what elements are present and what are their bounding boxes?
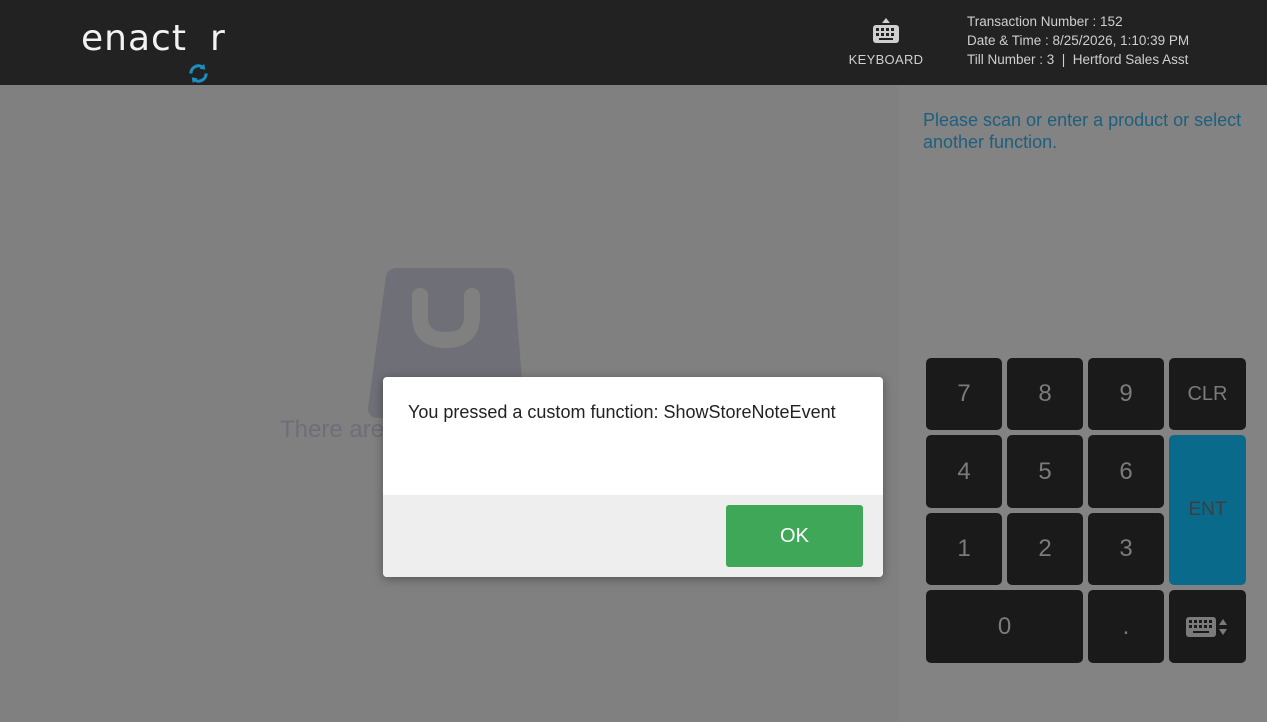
clear-key[interactable]: CLR (1169, 358, 1246, 430)
enactor-logo: enact r (81, 18, 226, 84)
key-7[interactable]: 7 (926, 358, 1002, 430)
transaction-number: Transaction Number : 152 (967, 14, 1123, 29)
keyboard-button[interactable]: KEYBOARD (845, 18, 927, 74)
keyboard-icon (873, 18, 899, 43)
key-9[interactable]: 9 (1088, 358, 1164, 430)
keyboard-toggle-icon (1185, 616, 1227, 637)
key-4[interactable]: 4 (926, 435, 1002, 508)
top-header-bar: enact r KEYBOARD Transaction Number : 152… (0, 0, 1267, 85)
logo-text-part2: r (209, 18, 226, 59)
keyboard-label: KEYBOARD (848, 52, 924, 67)
key-6[interactable]: 6 (1088, 435, 1164, 508)
scan-prompt: Please scan or enter a product or select… (923, 110, 1242, 152)
key-8[interactable]: 8 (1007, 358, 1083, 430)
dialog-footer: OK (383, 495, 883, 577)
empty-basket-message: There are (280, 416, 385, 443)
date-time: Date & Time : 8/25/2026, 1:10:39 PM (967, 33, 1190, 48)
key-1[interactable]: 1 (926, 513, 1002, 585)
ok-button[interactable]: OK (726, 505, 863, 567)
keyboard-toggle-key[interactable] (1169, 590, 1246, 663)
logo-text-part1: enact (81, 18, 187, 59)
key-0[interactable]: 0 (926, 590, 1083, 663)
key-2[interactable]: 2 (1007, 513, 1083, 585)
dialog-message: You pressed a custom function: ShowStore… (408, 402, 836, 422)
key-3[interactable]: 3 (1088, 513, 1164, 585)
transaction-info: Transaction Number : 152 Date & Time : 8… (967, 12, 1189, 69)
key-5[interactable]: 5 (1007, 435, 1083, 508)
key-decimal[interactable]: . (1088, 590, 1164, 663)
custom-function-dialog: You pressed a custom function: ShowStore… (383, 377, 883, 577)
till-info: Till Number : 3 | Hertford Sales Asst (967, 52, 1189, 67)
enter-key[interactable]: ENT (1169, 435, 1246, 585)
